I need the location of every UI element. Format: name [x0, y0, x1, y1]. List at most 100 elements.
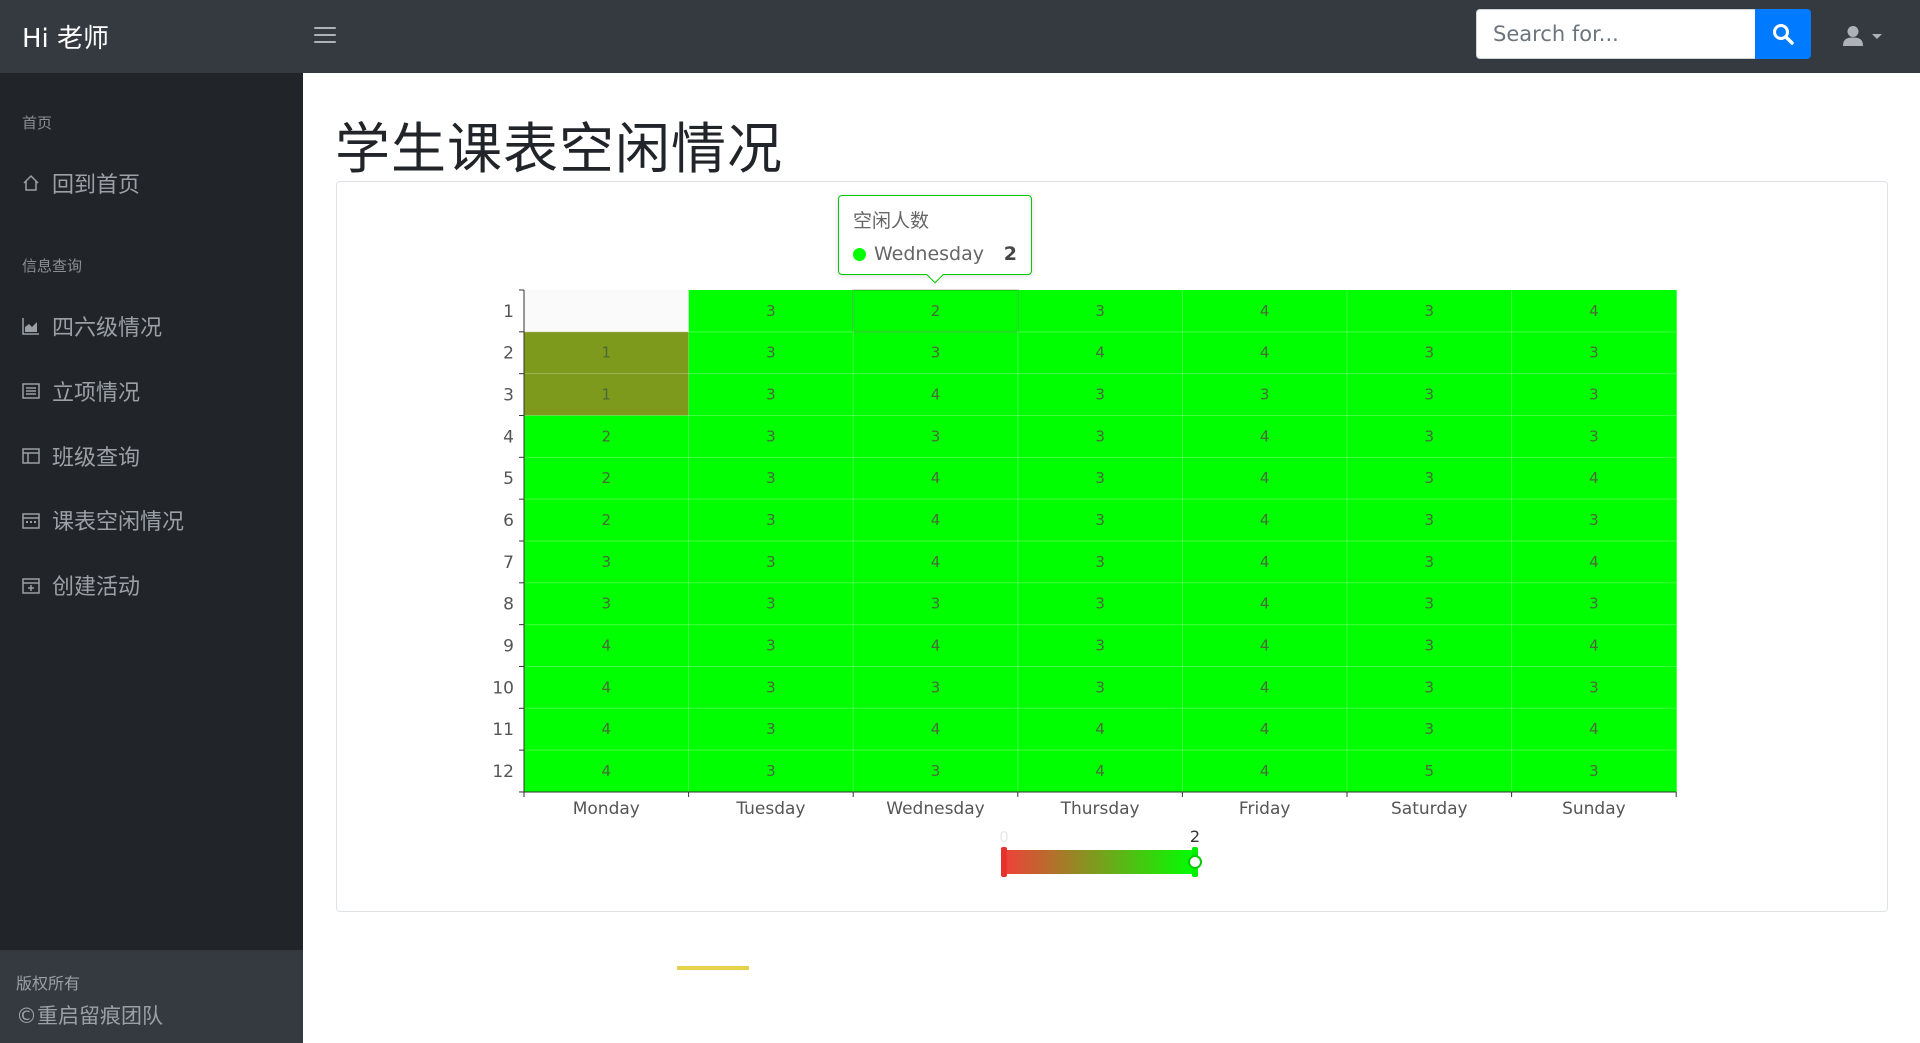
x-tick-label: Saturday [1391, 799, 1468, 819]
cell-label: 4 [1260, 553, 1270, 571]
sidebar-item-label: 班级查询 [52, 446, 141, 471]
visual-map-max-label: 2 [1190, 827, 1200, 846]
cell-label: 3 [1260, 386, 1270, 404]
home-icon [22, 174, 40, 192]
menu-toggle-button[interactable] [314, 22, 336, 48]
scroll-indicator [677, 966, 749, 970]
cell-label: 4 [1589, 302, 1599, 320]
top-navbar: Hi 老师 [0, 0, 1920, 73]
x-tick-label: Monday [573, 799, 640, 819]
y-tick-label: 8 [503, 595, 514, 615]
cell-label: 3 [1425, 469, 1435, 487]
cell-label: 3 [1589, 427, 1599, 445]
cell-label: 3 [1425, 302, 1435, 320]
cell-label: 3 [1425, 553, 1435, 571]
cell-label: 4 [1260, 720, 1270, 738]
cell-label: 4 [602, 762, 612, 780]
heatmap-cell[interactable] [524, 290, 690, 333]
cell-label: 4 [1095, 762, 1105, 780]
visual-map-handle-min[interactable] [1001, 847, 1007, 877]
sidebar-item-label: 立项情况 [52, 381, 141, 406]
cell-label: 3 [1095, 469, 1105, 487]
sidebar-item-class[interactable]: 班级查询 [22, 438, 140, 474]
cell-label: 3 [766, 511, 776, 529]
cell-label: 3 [1095, 637, 1105, 655]
cell-label: 3 [1425, 720, 1435, 738]
cell-label: 3 [1095, 595, 1105, 613]
brand-title[interactable]: Hi 老师 [22, 18, 109, 55]
sidebar-item-schedule[interactable]: 课表空闲情况 [22, 502, 184, 538]
cell-label: 2 [931, 302, 941, 320]
cell-label: 4 [1095, 720, 1105, 738]
cell-label: 3 [1095, 427, 1105, 445]
user-menu-button[interactable] [1842, 24, 1886, 48]
x-tick-label: Tuesday [735, 799, 805, 819]
heatmap-chart: 3 2 3 4 3 4 1 3 3 4 4 3 3 1 3 4 3 3 3 3 2 3 3 3 4 3 3 2 3 4 3 4 3 4 2 3 4 3 4 3… [492, 289, 1677, 877]
search-button[interactable] [1755, 9, 1811, 59]
cell-label: 3 [602, 553, 612, 571]
sidebar-item-create-activity[interactable]: 创建活动 [22, 567, 140, 603]
y-tick-label: 3 [503, 386, 514, 406]
cell-label: 3 [766, 720, 776, 738]
cell-label: 3 [931, 344, 941, 362]
cell-label: 3 [931, 595, 941, 613]
y-tick-label: 5 [503, 469, 514, 489]
sidebar-item-projects[interactable]: 立项情况 [22, 373, 140, 409]
cell-label: 1 [602, 344, 612, 362]
tooltip-title: 空闲人数 [853, 210, 930, 232]
cell-label: 3 [1589, 762, 1599, 780]
cell-label: 4 [1589, 637, 1599, 655]
cell-label: 3 [1095, 386, 1105, 404]
cell-label: 3 [766, 302, 776, 320]
cell-label: 4 [931, 553, 941, 571]
cell-label: 3 [1425, 678, 1435, 696]
cell-label: 2 [602, 511, 612, 529]
y-tick-label: 9 [503, 637, 514, 657]
table-icon [22, 447, 40, 465]
cell-label: 3 [1425, 511, 1435, 529]
y-tick-label: 2 [503, 344, 514, 364]
copyright-owner: ©重启留痕团队 [16, 1004, 163, 1028]
sidebar-item-label: 回到首页 [52, 173, 141, 198]
cell-label: 4 [1260, 511, 1270, 529]
cell-label: 3 [766, 344, 776, 362]
x-tick-label: Sunday [1562, 799, 1626, 819]
y-tick-label: 12 [492, 762, 514, 782]
cell-label: 3 [1589, 386, 1599, 404]
cell-label: 4 [602, 678, 612, 696]
y-tick-label: 4 [503, 427, 514, 447]
cell-label: 4 [1260, 344, 1270, 362]
page-title: 学生课表空闲情况 [335, 117, 784, 181]
cell-label: 3 [1425, 344, 1435, 362]
search-input[interactable] [1476, 9, 1755, 59]
cell-label: 3 [1095, 553, 1105, 571]
sidebar-item-home[interactable]: 回到首页 [22, 165, 140, 201]
cell-label: 4 [1095, 344, 1105, 362]
cell-label: 4 [1260, 427, 1270, 445]
sidebar-item-cet[interactable]: 四六级情况 [22, 308, 162, 344]
cell-label: 1 [602, 386, 612, 404]
cell-label: 4 [1260, 678, 1270, 696]
cell-label: 3 [931, 762, 941, 780]
sidebar: 首页 回到首页 信息查询 四六级情况 立项情况 班级查询 课表空闲情况 创建活动… [0, 73, 303, 1043]
cell-label: 4 [931, 469, 941, 487]
x-tick-label: Thursday [1060, 799, 1140, 819]
tooltip-row: Wednesday 2 [853, 243, 1017, 265]
tooltip-value: 2 [1003, 243, 1017, 265]
cell-label: 4 [1260, 469, 1270, 487]
cell-label: 3 [1425, 637, 1435, 655]
sidebar-item-label: 课表空闲情况 [52, 510, 185, 535]
chart-tooltip: 空闲人数 Wednesday 2 [838, 195, 1032, 284]
x-tick-label: Friday [1239, 799, 1291, 819]
cell-label: 3 [766, 553, 776, 571]
cell-label: 4 [1589, 720, 1599, 738]
y-tick-label: 10 [492, 678, 514, 698]
sidebar-footer: 版权所有 ©重启留痕团队 [0, 950, 303, 1043]
cell-label: 4 [602, 720, 612, 738]
cell-label: 4 [931, 637, 941, 655]
y-tick-label: 7 [503, 553, 514, 573]
cell-label: 4 [1260, 302, 1270, 320]
cell-label: 4 [1589, 469, 1599, 487]
caret-down-icon [1872, 34, 1882, 39]
cell-label: 3 [1095, 302, 1105, 320]
